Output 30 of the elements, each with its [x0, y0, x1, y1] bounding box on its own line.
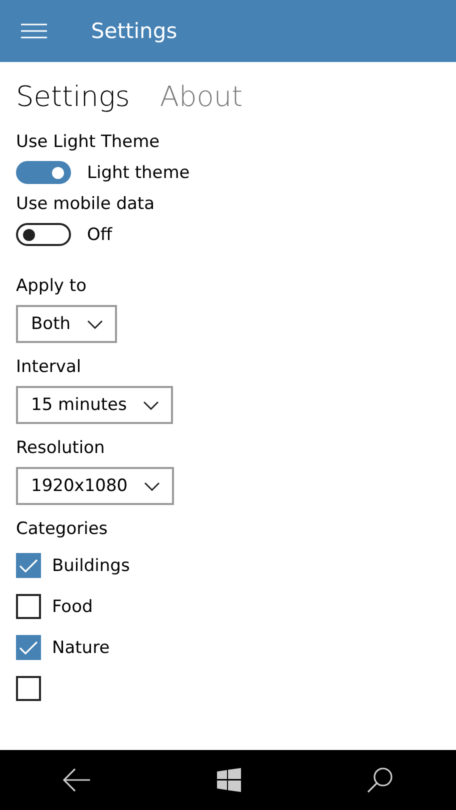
chevron-down-icon — [142, 400, 159, 410]
dropdown[interactable]: 15 minutes — [16, 386, 173, 424]
setting-heading: Use Light Theme — [16, 132, 161, 152]
toggle-label: Light theme — [87, 162, 190, 182]
chevron-down-icon — [86, 320, 103, 328]
windows-icon — [217, 768, 241, 792]
section-heading: Categories — [16, 519, 109, 539]
app-title: Settings — [91, 19, 178, 43]
toggle-label: Off — [87, 224, 112, 244]
tab[interactable]: Settings — [16, 80, 130, 112]
checkbox-label: Buildings — [52, 556, 130, 576]
tab[interactable]: About — [160, 80, 243, 112]
search-icon — [367, 767, 393, 793]
checkbox[interactable] — [16, 553, 41, 578]
setting-heading: Use mobile data — [16, 194, 156, 214]
checkbox[interactable] — [16, 635, 41, 660]
checkbox-label: Nature — [52, 638, 110, 658]
checkbox-label: Food — [52, 596, 93, 616]
toggle-switch[interactable] — [16, 161, 71, 184]
field-label: Resolution — [16, 438, 106, 458]
field-label: Interval — [16, 357, 82, 377]
dropdown[interactable]: Both — [16, 305, 117, 343]
checkbox[interactable] — [16, 594, 41, 619]
field-label: Apply to — [16, 276, 88, 296]
chevron-down-icon — [144, 482, 160, 490]
toggle-switch[interactable] — [16, 223, 71, 246]
checkbox[interactable] — [16, 676, 41, 701]
back-arrow-icon — [63, 768, 91, 792]
menu-icon — [21, 23, 47, 39]
dropdown[interactable]: 1920x1080 — [16, 467, 174, 505]
